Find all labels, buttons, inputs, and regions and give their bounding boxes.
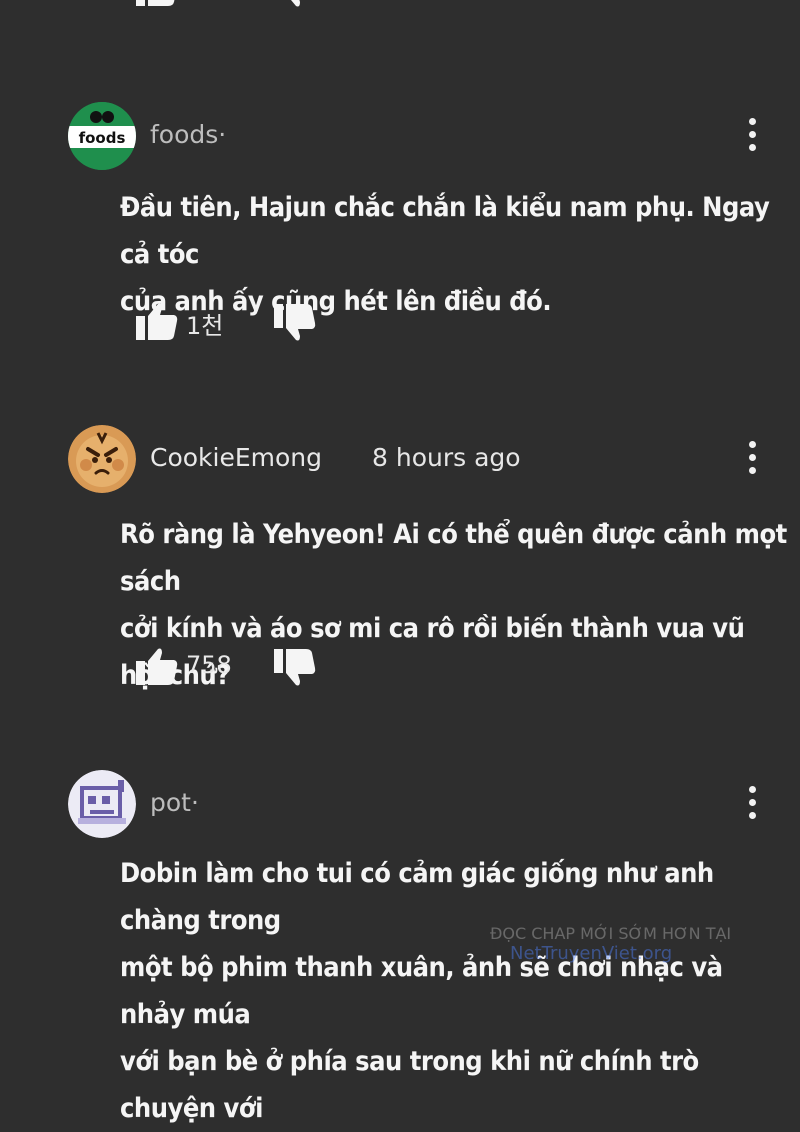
like-button[interactable] bbox=[130, 645, 182, 689]
username[interactable]: pot· bbox=[150, 788, 199, 817]
previous-comment-actions: 980 bbox=[0, 0, 800, 16]
pixel-creature-avatar-icon bbox=[68, 770, 136, 838]
thumbs-down-icon bbox=[274, 649, 316, 686]
thumbs-up-icon bbox=[136, 648, 178, 685]
comment-cookieemong: CookieEmong 8 hours ago Rõ ràng là Yehye… bbox=[0, 425, 800, 705]
thumbs-up-icon bbox=[136, 303, 178, 340]
username[interactable]: foods· bbox=[150, 120, 226, 149]
dislike-button[interactable] bbox=[268, 300, 320, 344]
comment-line: Đầu tiên, Hajun chắc chắn là kiểu nam ph… bbox=[120, 192, 770, 270]
watermark-site: NetTruyenViet.org bbox=[510, 943, 673, 964]
comment-foods: foods foods· Đầu tiên, Hajun chắc chắn l… bbox=[0, 102, 800, 362]
watermark-line: ĐỌC CHAP MỚI SỚM HƠN TẠI bbox=[490, 924, 732, 943]
action-bar: 758 bbox=[130, 645, 430, 689]
foods-logo-avatar-icon: foods bbox=[68, 102, 136, 170]
thumbs-down-icon bbox=[291, 0, 300, 7]
action-bar: 980 bbox=[130, 0, 430, 10]
more-options-button[interactable] bbox=[742, 118, 764, 152]
watermark: ĐỌC CHAP MỚI SỚM HƠN TẠI NetTruyenViet.o… bbox=[490, 924, 800, 964]
thumbs-up-icon bbox=[136, 0, 175, 6]
avatar[interactable]: foods bbox=[68, 102, 136, 170]
angry-cookie-avatar-icon bbox=[68, 425, 136, 493]
avatar[interactable] bbox=[68, 770, 136, 838]
username[interactable]: CookieEmong bbox=[150, 443, 322, 472]
dislike-button[interactable] bbox=[268, 645, 320, 689]
like-count: 758 bbox=[186, 651, 232, 679]
thumbs-down-icon bbox=[274, 304, 316, 341]
dislike-button[interactable] bbox=[268, 0, 320, 10]
more-options-button[interactable] bbox=[742, 441, 764, 475]
comment-pot: pot· Dobin làm cho tui có cảm giác giống… bbox=[0, 770, 800, 1124]
comment-line: với bạn bè ở phía sau trong khi nữ chính… bbox=[120, 1046, 699, 1124]
more-options-button[interactable] bbox=[742, 786, 764, 820]
svg-text:foods: foods bbox=[79, 129, 126, 147]
timestamp: 8 hours ago bbox=[372, 443, 521, 472]
like-button[interactable] bbox=[130, 300, 182, 344]
like-count: 1천 bbox=[186, 312, 224, 340]
action-bar: 1천 bbox=[130, 300, 430, 344]
like-button[interactable] bbox=[130, 0, 182, 10]
comment-line: Rõ ràng là Yehyeon! Ai có thể quên được … bbox=[120, 519, 787, 597]
comment-text: Dobin làm cho tui có cảm giác giống như … bbox=[120, 850, 790, 1132]
avatar[interactable] bbox=[68, 425, 136, 493]
